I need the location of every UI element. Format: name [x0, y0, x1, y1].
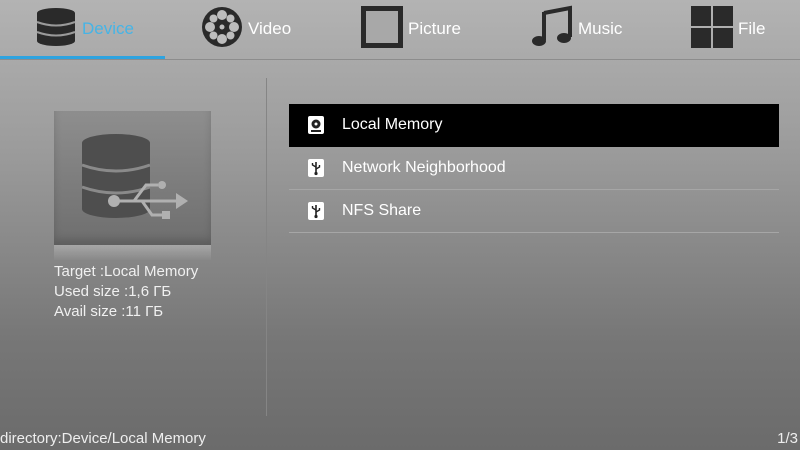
tab-device-label: Device	[82, 19, 134, 38]
tab-file[interactable]: File	[690, 0, 765, 58]
film-reel-icon	[200, 5, 244, 54]
tab-bar-divider	[0, 59, 800, 60]
tab-bar: Device Video Picture Music File	[0, 0, 800, 60]
tab-file-label: File	[738, 19, 766, 38]
database-icon	[34, 5, 78, 54]
grid-icon	[690, 5, 734, 54]
picture-frame-icon	[360, 5, 404, 54]
panel-divider	[266, 78, 267, 416]
list-item-network-neighborhood[interactable]: Network Neighborhood	[289, 147, 779, 190]
tab-video[interactable]: Video	[200, 0, 291, 58]
tab-music[interactable]: Music	[530, 0, 622, 58]
tab-picture[interactable]: Picture	[360, 0, 461, 58]
tab-music-label: Music	[578, 19, 623, 38]
device-list: Local Memory Network Neighborhood NFS Sh	[289, 104, 779, 233]
tab-picture-label: Picture	[408, 19, 461, 38]
list-item-label: Network Neighborhood	[342, 159, 506, 176]
disk-drive-icon	[306, 115, 326, 135]
music-note-icon	[530, 5, 574, 54]
list-item-nfs-share[interactable]: NFS Share	[289, 190, 779, 233]
tab-device[interactable]: Device	[34, 0, 134, 58]
list-item-label: NFS Share	[342, 202, 422, 219]
tab-video-label: Video	[248, 19, 292, 38]
list-item-local-memory[interactable]: Local Memory	[289, 104, 779, 147]
used-size-text: Used size :1,6 ГБ	[54, 283, 172, 300]
usb-drive-icon	[306, 158, 326, 178]
avail-size-text: Avail size :11 ГБ	[54, 303, 164, 320]
list-item-label: Local Memory	[342, 116, 443, 133]
device-info: Target :Local Memory Used size :1,6 ГБ A…	[54, 262, 214, 322]
page-indicator: 1/3	[777, 430, 798, 447]
thumbnail-reflection	[54, 245, 211, 261]
device-thumbnail	[54, 111, 211, 245]
target-text: Target :Local Memory	[54, 263, 199, 280]
directory-path: directory:Device/Local Memory	[0, 430, 206, 447]
usb-drive-icon	[306, 201, 326, 221]
